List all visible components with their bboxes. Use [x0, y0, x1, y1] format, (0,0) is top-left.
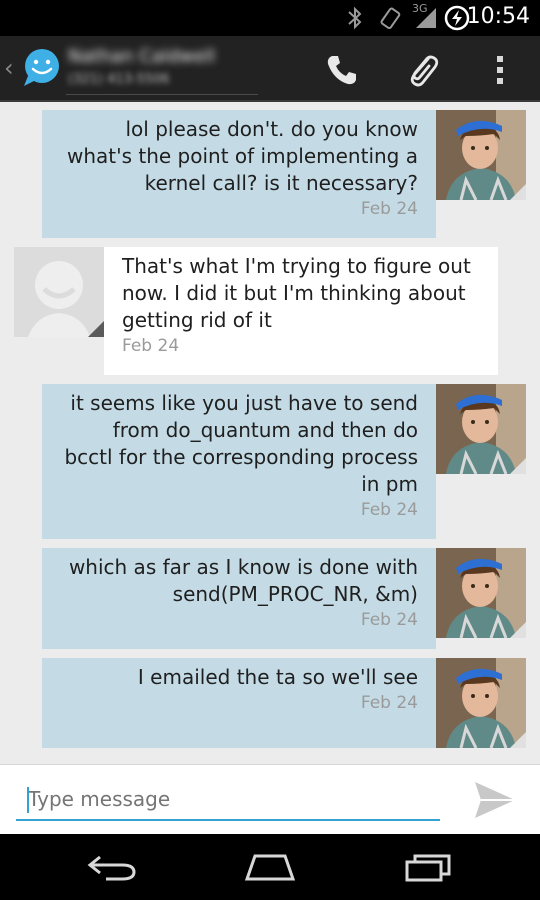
- message-text: That's what I'm trying to figure out now…: [122, 254, 471, 332]
- message-date: Feb 24: [360, 693, 418, 713]
- avatar[interactable]: [14, 247, 104, 337]
- compose-bar: [0, 764, 540, 834]
- message-date: Feb 24: [360, 500, 418, 520]
- messaging-app-icon[interactable]: [20, 46, 64, 90]
- outgoing-bubble[interactable]: I emailed the ta so we'll see Feb 24: [42, 658, 436, 748]
- message-item[interactable]: which as far as I know is done with send…: [0, 548, 540, 649]
- message-text: lol please don't. do you know what's the…: [66, 117, 418, 195]
- avatar-corner: [510, 732, 526, 748]
- outgoing-bubble[interactable]: which as far as I know is done with send…: [42, 548, 436, 649]
- avatar[interactable]: [436, 110, 526, 200]
- back-chevron-icon[interactable]: ‹: [4, 54, 14, 82]
- back-icon[interactable]: [72, 846, 152, 888]
- contact-number[interactable]: (321) 413-5506: [68, 72, 218, 88]
- avatar[interactable]: [436, 548, 526, 638]
- message-item[interactable]: lol please don't. do you know what's the…: [0, 110, 540, 238]
- message-item[interactable]: I emailed the ta so we'll see Feb 24: [0, 658, 540, 748]
- avatar-corner: [510, 184, 526, 200]
- outgoing-bubble[interactable]: it seems like you just have to send from…: [42, 384, 436, 539]
- navigation-bar: [0, 834, 540, 900]
- avatar[interactable]: [436, 384, 526, 474]
- action-bar: ‹ Nathan Caldwell (321) 413-5506: [0, 36, 540, 102]
- signal-icon: [414, 6, 438, 34]
- message-text: which as far as I know is done with send…: [68, 555, 418, 606]
- message-item[interactable]: That's what I'm trying to figure out now…: [0, 247, 540, 375]
- recent-apps-icon[interactable]: [388, 846, 468, 888]
- message-date: Feb 24: [360, 610, 418, 630]
- message-text: I emailed the ta so we'll see: [137, 665, 418, 689]
- avatar-corner: [510, 458, 526, 474]
- incoming-bubble[interactable]: That's what I'm trying to figure out now…: [104, 247, 498, 375]
- status-bar: 3G 10:54: [0, 0, 540, 36]
- overflow-menu-icon[interactable]: [478, 48, 522, 92]
- avatar-corner: [510, 622, 526, 638]
- status-time: 10:54: [466, 4, 530, 29]
- outgoing-bubble[interactable]: lol please don't. do you know what's the…: [42, 110, 436, 238]
- send-icon[interactable]: [470, 777, 520, 823]
- message-item[interactable]: it seems like you just have to send from…: [0, 384, 540, 539]
- avatar[interactable]: [436, 658, 526, 748]
- message-date: Feb 24: [122, 336, 180, 356]
- attachment-icon[interactable]: [400, 48, 444, 92]
- message-date: Feb 24: [360, 199, 418, 219]
- home-icon[interactable]: [230, 846, 310, 888]
- message-text: it seems like you just have to send from…: [64, 391, 418, 496]
- text-cursor: [27, 787, 29, 813]
- contact-name[interactable]: Nathan Caldwell: [68, 46, 258, 68]
- contact-underline: [66, 94, 258, 95]
- message-input[interactable]: [16, 779, 440, 821]
- avatar-corner: [88, 321, 104, 337]
- bluetooth-icon: [346, 6, 364, 34]
- vibrate-icon: [378, 6, 404, 34]
- phone-icon[interactable]: [320, 48, 364, 92]
